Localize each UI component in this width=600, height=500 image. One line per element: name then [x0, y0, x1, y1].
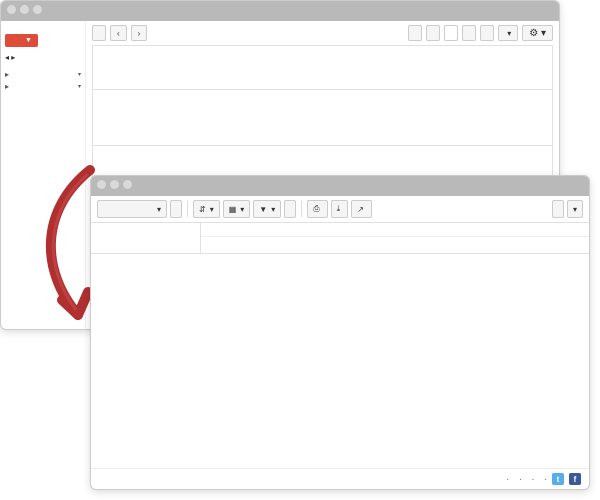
my-calendars-toggle[interactable]: ▸ ▾	[5, 70, 81, 79]
more-button[interactable]: ▾	[498, 25, 518, 41]
refresh-button[interactable]	[170, 200, 182, 218]
prev-button[interactable]: ‹	[110, 25, 127, 41]
gantt-grid[interactable]	[91, 254, 589, 468]
today-button[interactable]	[92, 25, 106, 41]
caret-down-icon: ▼	[25, 37, 32, 44]
mini-month-label[interactable]: ◂ ▸	[5, 53, 81, 62]
gantt-footer: · · · · t f	[91, 468, 589, 489]
print-button[interactable]: ⎙	[307, 200, 327, 218]
scale-button[interactable]: ▦ ▾	[223, 200, 251, 218]
gcal-toolbar: ‹ › ▾ ⚙ ▾	[92, 25, 553, 41]
gcal-titlebar	[1, 1, 559, 21]
share-button[interactable]: ↗	[351, 200, 372, 218]
gcal-sidebar: ▼ ◂ ▸ ▸ ▾ ▸ ▾	[1, 21, 86, 329]
gantt-header	[91, 223, 589, 254]
next-button[interactable]: ›	[131, 25, 148, 41]
filter-button[interactable]: ▼ ▾	[253, 200, 281, 218]
view-month[interactable]	[444, 25, 458, 41]
view-5days[interactable]	[462, 25, 476, 41]
gear-icon[interactable]: ⚙ ▾	[522, 25, 553, 41]
view-week[interactable]	[426, 25, 440, 41]
create-button[interactable]: ▼	[5, 34, 38, 47]
gantt-toolbar: ▾ ⇵ ▾ ▦ ▾ ▼ ▾ ⎙ ⤓ ↗ ▾	[91, 196, 589, 223]
facebook-icon[interactable]: f	[569, 473, 581, 485]
export-button[interactable]: ⤓	[331, 200, 349, 218]
chevron-down-icon: ▾	[78, 71, 81, 78]
sort-button[interactable]: ⇵ ▾	[193, 200, 220, 218]
view-agenda[interactable]	[480, 25, 494, 41]
ganttplanner-window: ▾ ⇵ ▾ ▦ ▾ ▼ ▾ ⎙ ⤓ ↗ ▾ · ·	[90, 175, 590, 490]
name-column-header	[91, 223, 201, 253]
gantt-titlebar	[91, 176, 589, 196]
other-calendars-toggle[interactable]: ▸ ▾	[5, 82, 81, 91]
twitter-icon[interactable]: t	[552, 473, 564, 485]
chevron-down-icon: ▾	[78, 83, 81, 90]
window-controls[interactable]	[7, 5, 42, 14]
planning-select[interactable]: ▾	[97, 200, 167, 218]
expand-button[interactable]	[284, 200, 296, 218]
window-controls[interactable]	[97, 180, 132, 189]
gantt-today-button[interactable]	[552, 200, 564, 218]
gantt-range-dropdown[interactable]: ▾	[567, 200, 583, 218]
view-day[interactable]	[408, 25, 422, 41]
gantt-month-label	[201, 223, 589, 237]
